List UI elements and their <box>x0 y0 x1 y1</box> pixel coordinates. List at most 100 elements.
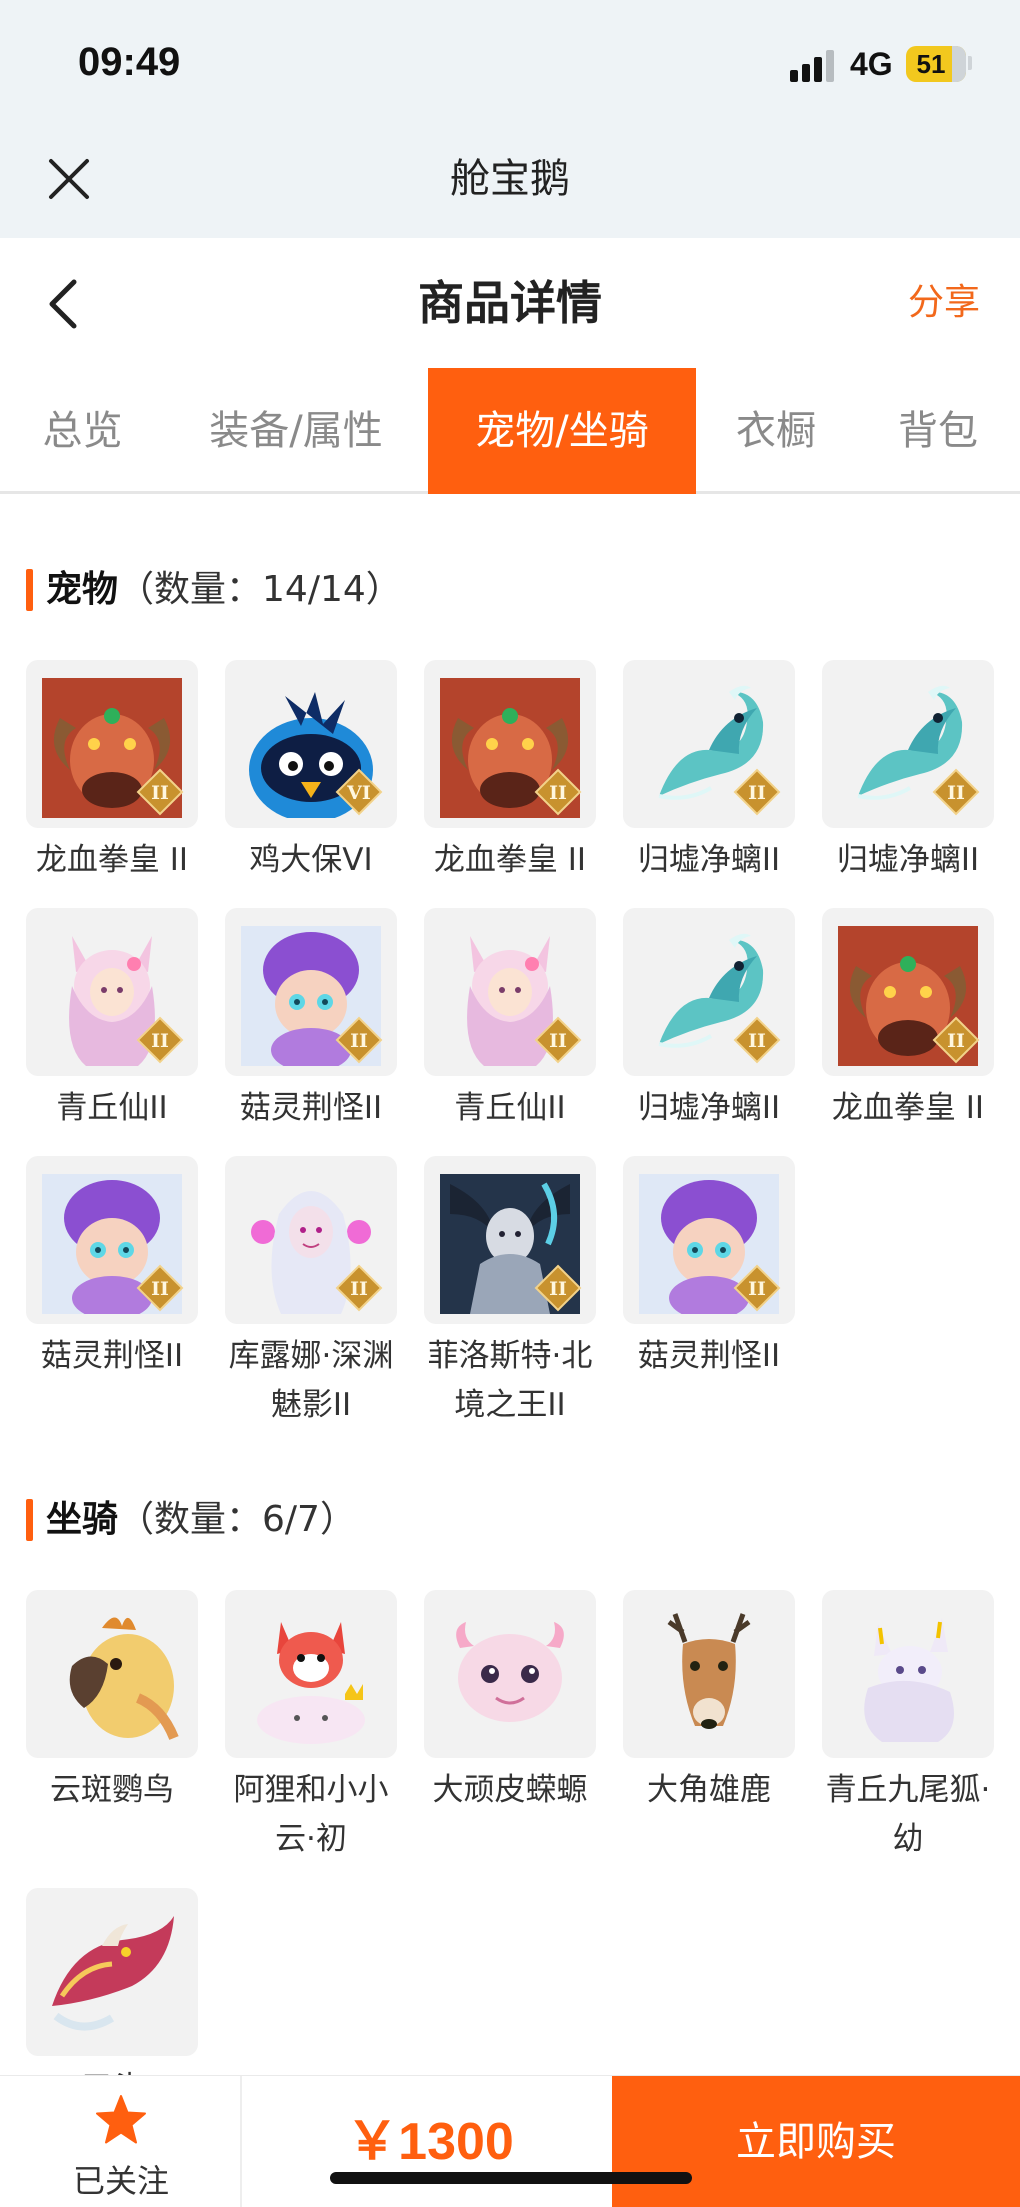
pets-name: 库露娜·深渊魅影II <box>228 1338 394 1423</box>
battery-icon: 51 <box>906 46 966 82</box>
pets-name: 龙血拳皇 II <box>831 1090 985 1126</box>
deer-image <box>639 1608 779 1748</box>
rank-badge-icon: II <box>534 768 582 816</box>
mounts-name: 阿狸和小小云·初 <box>233 1772 389 1857</box>
pets-item[interactable]: VI 鸡大保VI <box>225 660 397 885</box>
pets-thumbnail: II <box>424 1156 596 1324</box>
pets-name: 归墟净螭II <box>637 842 781 878</box>
mounts-item[interactable]: 阿狸和小小云·初 <box>225 1590 397 1864</box>
axolotl-image <box>440 1608 580 1748</box>
pets-name: 菇灵荆怪II <box>40 1338 184 1374</box>
pets-item[interactable]: II 归墟净螭II <box>623 908 795 1133</box>
rank-badge-icon: II <box>335 1264 383 1312</box>
bottom-bar: 已关注 ￥1300 立即购买 <box>0 2075 1020 2207</box>
pets-name: 青丘仙II <box>56 1090 168 1126</box>
mounts-thumbnail <box>225 1590 397 1758</box>
svg-text:II: II <box>549 782 567 804</box>
red-dragon-image <box>42 1906 182 2046</box>
pets-item[interactable]: II 库露娜·深渊魅影II <box>225 1156 397 1430</box>
pets-item[interactable]: II 龙血拳皇 II <box>26 660 198 885</box>
pets-name: 鸡大保VI <box>249 842 373 878</box>
pets-thumbnail: II <box>225 908 397 1076</box>
pets-item[interactable]: II 归墟净螭II <box>822 660 994 885</box>
pets-item[interactable]: II 菇灵荆怪II <box>225 908 397 1133</box>
pets-item[interactable]: II 菇灵荆怪II <box>26 1156 198 1381</box>
rank-badge-icon: II <box>136 768 184 816</box>
pets-item[interactable]: II 菇灵荆怪II <box>623 1156 795 1381</box>
status-time: 09:49 <box>78 40 181 84</box>
signal-icon <box>790 50 836 82</box>
pets-name: 菲洛斯特·北境之王II <box>427 1338 593 1423</box>
pets-name: 龙血拳皇 II <box>433 842 587 878</box>
tab-equipment[interactable]: 装备/属性 <box>165 368 427 494</box>
rank-badge-icon: II <box>534 1016 582 1064</box>
svg-text:II: II <box>151 1030 169 1052</box>
tab-overview[interactable]: 总览 <box>0 368 165 494</box>
follow-button[interactable]: 已关注 <box>0 2076 242 2207</box>
rank-badge-icon: II <box>335 1016 383 1064</box>
pets-item[interactable]: II 菲洛斯特·北境之王II <box>424 1156 596 1430</box>
parrot-image <box>42 1608 182 1748</box>
svg-text:II: II <box>151 782 169 804</box>
follow-label: 已关注 <box>72 2162 169 2200</box>
rank-badge-icon: II <box>733 1264 781 1312</box>
mounts-item[interactable]: 云斑鹦鸟 <box>26 1590 198 1815</box>
buy-now-button[interactable]: 立即购买 <box>612 2076 1020 2207</box>
price: ￥1300 <box>346 2113 514 2171</box>
mounts-thumbnail <box>26 1590 198 1758</box>
pets-name: 青丘仙II <box>454 1090 566 1126</box>
pets-name: 菇灵荆怪II <box>637 1338 781 1374</box>
battery-level: 51 <box>916 49 946 79</box>
rank-badge-icon: II <box>932 1016 980 1064</box>
pets-item[interactable]: II 龙血拳皇 II <box>822 908 994 1133</box>
back-arrow-icon[interactable] <box>44 278 84 330</box>
miniapp-title: 舱宝鹅 <box>450 156 570 202</box>
svg-text:II: II <box>549 1278 567 1300</box>
mounts-item[interactable]: 大角雄鹿 <box>623 1590 795 1815</box>
svg-text:II: II <box>748 1278 766 1300</box>
white-fox-image <box>838 1608 978 1748</box>
pets-thumbnail: II <box>26 660 198 828</box>
mounts-count: （数量：6/7） <box>118 1499 356 1540</box>
close-icon[interactable] <box>46 156 92 202</box>
pets-thumbnail: II <box>623 660 795 828</box>
tab-backpack[interactable]: 背包 <box>856 368 1020 494</box>
rank-badge-icon: II <box>136 1016 184 1064</box>
miniapp-bar: 舱宝鹅 <box>0 120 1020 238</box>
svg-text:II: II <box>748 782 766 804</box>
rank-badge-icon: VI <box>335 768 383 816</box>
pets-item[interactable]: II 青丘仙II <box>26 908 198 1133</box>
svg-text:II: II <box>350 1030 368 1052</box>
status-bar: 09:49 4G 51 <box>0 0 1020 120</box>
mounts-name: 大角雄鹿 <box>647 1772 771 1808</box>
share-button[interactable]: 分享 <box>908 238 980 368</box>
pets-item[interactable]: II 青丘仙II <box>424 908 596 1133</box>
pets-item[interactable]: II 龙血拳皇 II <box>424 660 596 885</box>
pets-thumbnail: II <box>424 908 596 1076</box>
mounts-title: 坐骑 <box>46 1499 119 1540</box>
svg-text:II: II <box>748 1030 766 1052</box>
mounts-item[interactable]: 大顽皮蝾螈 <box>424 1590 596 1815</box>
svg-text:II: II <box>947 782 965 804</box>
pets-name: 归墟净螭II <box>836 842 980 878</box>
rank-badge-icon: II <box>733 768 781 816</box>
tab-wardrobe[interactable]: 衣橱 <box>696 368 856 494</box>
svg-text:II: II <box>350 1278 368 1300</box>
pets-name: 龙血拳皇 II <box>35 842 189 878</box>
pets-count: （数量：14/14） <box>118 569 402 610</box>
mounts-thumbnail <box>822 1590 994 1758</box>
mounts-name: 青丘九尾狐·幼 <box>825 1772 991 1857</box>
pets-thumbnail: II <box>822 660 994 828</box>
red-fox-cloud-image <box>241 1608 381 1748</box>
svg-text:II: II <box>151 1278 169 1300</box>
tab-bar: 总览 装备/属性 宠物/坐骑 衣橱 背包 <box>0 368 1020 494</box>
rank-badge-icon: II <box>136 1264 184 1312</box>
mounts-item[interactable]: 青丘九尾狐·幼 <box>822 1590 994 1864</box>
pets-name: 菇灵荆怪II <box>239 1090 383 1126</box>
svg-text:VI: VI <box>346 782 371 804</box>
pets-item[interactable]: II 归墟净螭II <box>623 660 795 885</box>
pets-thumbnail: II <box>623 1156 795 1324</box>
pets-thumbnail: II <box>26 908 198 1076</box>
tab-pets-mounts[interactable]: 宠物/坐骑 <box>428 368 696 494</box>
svg-text:II: II <box>549 1030 567 1052</box>
